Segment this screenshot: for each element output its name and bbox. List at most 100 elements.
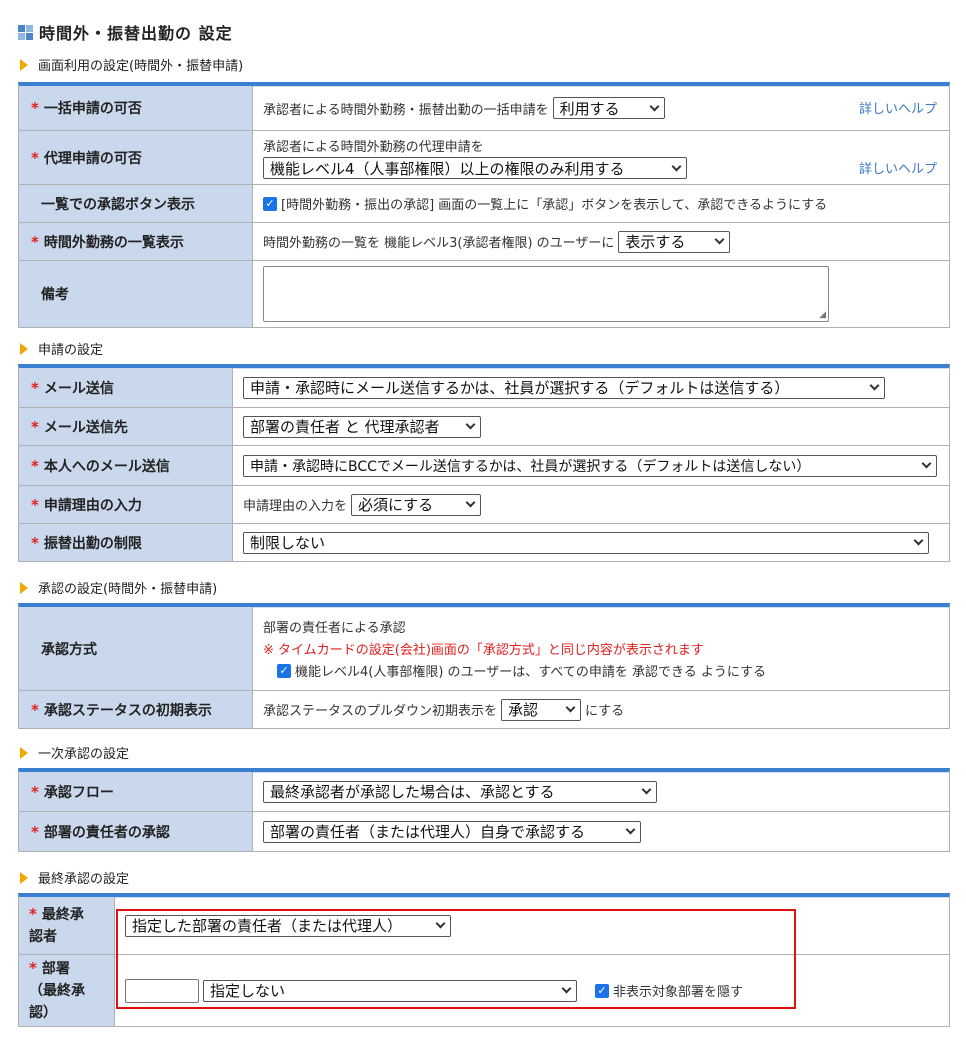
select-value: 指定しない bbox=[210, 982, 286, 1000]
approval-override-option: ✓ 機能レベル4(人事部権限) のユーザーは、すべての申請を 承認できる ように… bbox=[263, 661, 766, 680]
chevron-down-icon bbox=[869, 380, 880, 391]
application-table: * メール送信 申請・承認時にメール送信するかは、社員が選択する（デフォルトは送信… bbox=[18, 364, 950, 562]
select-value: 指定した部署の責任者（または代理人） bbox=[132, 917, 403, 935]
row-value: 指定した部署の責任者（または代理人） bbox=[115, 897, 949, 954]
row-reason: * 申請理由の入力 申請理由の入力を 必須にする bbox=[19, 486, 949, 524]
label-text: 時間外勤務の一覧表示 bbox=[43, 234, 184, 251]
label-text: 振替出勤の制限 bbox=[43, 535, 142, 552]
row-value: 申請理由の入力を 必須にする bbox=[233, 486, 949, 523]
row-label: * 承認ステータスの初期表示 bbox=[19, 691, 253, 728]
label-text: 本人へのメール送信 bbox=[43, 458, 170, 475]
required-mark: * bbox=[31, 822, 39, 841]
select-value: 申請・承認時にメール送信するかは、社員が選択する（デフォルトは送信する） bbox=[250, 379, 790, 397]
section-title: 一次承認の設定 bbox=[38, 747, 130, 762]
label-text: 部署の責任者の承認 bbox=[43, 824, 170, 841]
row-value: 承認者による時間外勤務・振替出勤の一括申請を 利用する 詳しいヘルプ bbox=[253, 86, 949, 130]
help-link[interactable]: 詳しいヘルプ bbox=[859, 158, 937, 177]
row-list-approve-button: 一覧での承認ボタン表示 ✓ [時間外勤務・振出の承認] 画面の一覧上に「承認」ボ… bbox=[19, 185, 949, 223]
label-text: 代理申請の可否 bbox=[43, 150, 142, 167]
list-approve-checkbox[interactable]: ✓ bbox=[263, 196, 277, 211]
required-mark: * bbox=[31, 99, 39, 117]
first-approval-table: * 承認フロー 最終承認者が承認した場合は、承認とする * 部署の責任者の承認 部署… bbox=[18, 768, 950, 852]
department-code-input[interactable] bbox=[125, 978, 199, 1003]
label-text: 備考 bbox=[41, 287, 69, 303]
approval-override-checkbox[interactable]: ✓ bbox=[277, 663, 291, 678]
required-mark: * bbox=[31, 232, 39, 251]
row-notes: 備考 ◢ bbox=[19, 261, 949, 328]
required-mark: * bbox=[29, 905, 37, 923]
section-title: 申請の設定 bbox=[38, 343, 104, 358]
row-value: ✓ [時間外勤務・振出の承認] 画面の一覧上に「承認」ボタンを表示して、承認でき… bbox=[253, 185, 949, 222]
reason-select[interactable]: 必須にする bbox=[351, 493, 482, 516]
overtime-list-select[interactable]: 表示する bbox=[618, 230, 731, 253]
chevron-down-icon bbox=[465, 419, 476, 430]
page-title-text: 時間外・振替出勤の 設定 bbox=[39, 24, 233, 43]
row-value: 承認ステータスのプルダウン初期表示を 承認 にする bbox=[253, 691, 949, 728]
row-label: 備考 bbox=[19, 261, 253, 327]
row-value: 申請・承認時にメール送信するかは、社員が選択する（デフォルトは送信する） bbox=[233, 368, 949, 407]
row-holiday-limit: * 振替出勤の制限 制限しない bbox=[19, 524, 949, 562]
hide-departments-checkbox[interactable]: ✓ bbox=[595, 983, 609, 998]
required-mark: * bbox=[31, 782, 39, 801]
section-header-approval: 承認の設定(時間外・振替申請) bbox=[20, 578, 217, 597]
mail-send-select[interactable]: 申請・承認時にメール送信するかは、社員が選択する（デフォルトは送信する） bbox=[243, 376, 885, 399]
row-self-mail: * 本人へのメール送信 申請・承認時にBCCでメール送信するかは、社員が選択する（… bbox=[19, 446, 949, 486]
self-mail-select[interactable]: 申請・承認時にBCCでメール送信するかは、社員が選択する（デフォルトは送信しない… bbox=[243, 454, 937, 477]
triangle-bullet-icon bbox=[20, 58, 28, 71]
resize-handle-icon[interactable]: ◢ bbox=[819, 310, 826, 320]
bulk-application-select[interactable]: 利用する bbox=[552, 97, 665, 119]
description-text: 部署の責任者による承認 bbox=[263, 621, 406, 636]
page-title: 時間外・振替出勤の 設定 bbox=[18, 20, 233, 44]
chevron-down-icon bbox=[435, 918, 446, 929]
select-value: 承認 bbox=[508, 701, 539, 719]
required-mark: * bbox=[29, 959, 37, 977]
section-title: 承認の設定(時間外・振替申請) bbox=[38, 582, 218, 597]
row-label: * 部署 （最終承 認） bbox=[19, 955, 115, 1026]
triangle-bullet-icon bbox=[20, 871, 28, 884]
status-default-select[interactable]: 承認 bbox=[501, 698, 582, 721]
required-mark: * bbox=[31, 378, 39, 397]
manager-approval-select[interactable]: 部署の責任者（または代理人）自身で承認する bbox=[263, 820, 641, 843]
select-value: 利用する bbox=[559, 99, 620, 118]
row-label: * 承認フロー bbox=[19, 772, 253, 811]
chevron-down-icon bbox=[565, 702, 576, 713]
required-mark: * bbox=[31, 700, 39, 719]
approval-flow-select[interactable]: 最終承認者が承認した場合は、承認とする bbox=[263, 780, 657, 803]
row-label: * 部署の責任者の承認 bbox=[19, 812, 253, 851]
row-value: 制限しない bbox=[233, 524, 949, 561]
row-value: 部署の責任者 と 代理承認者 bbox=[233, 408, 949, 445]
final-approver-select[interactable]: 指定した部署の責任者（または代理人） bbox=[125, 914, 451, 937]
proxy-application-select[interactable]: 機能レベル4（人事部権限）以上の権限のみ利用する bbox=[263, 157, 687, 179]
chevron-down-icon bbox=[625, 824, 636, 835]
mail-to-select[interactable]: 部署の責任者 と 代理承認者 bbox=[243, 415, 481, 438]
label-text: メール送信先 bbox=[43, 419, 128, 436]
chevron-down-icon bbox=[649, 101, 660, 111]
help-link[interactable]: 詳しいヘルプ bbox=[859, 98, 937, 117]
select-value: 必須にする bbox=[358, 496, 434, 514]
notes-textarea[interactable]: ◢ bbox=[263, 266, 829, 322]
row-label: * メール送信先 bbox=[19, 408, 233, 445]
select-value: 制限しない bbox=[250, 534, 326, 552]
row-value: 時間外勤務の一覧を 機能レベル3(承認者権限) のユーザーに 表示する bbox=[253, 223, 949, 260]
row-label: * 一括申請の可否 bbox=[19, 86, 253, 130]
select-value: 表示する bbox=[625, 233, 686, 251]
label-text: 最終承 bbox=[41, 907, 84, 923]
row-status-default: * 承認ステータスの初期表示 承認ステータスのプルダウン初期表示を 承認 にする bbox=[19, 691, 949, 729]
warning-note: ※ タイムカードの設定(会社)画面の「承認方式」と同じ内容が表示されます bbox=[263, 643, 704, 658]
section-header-first-approval: 一次承認の設定 bbox=[20, 743, 129, 762]
department-select[interactable]: 指定しない bbox=[203, 979, 577, 1002]
hide-departments-option: ✓ 非表示対象部署を隠す bbox=[595, 981, 743, 1000]
holiday-limit-select[interactable]: 制限しない bbox=[243, 531, 929, 554]
triangle-bullet-icon bbox=[20, 342, 28, 355]
row-value: 承認者による時間外勤務の代理申請を 機能レベル4（人事部権限）以上の権限のみ利用… bbox=[253, 131, 949, 184]
row-label: * 振替出勤の制限 bbox=[19, 524, 233, 561]
required-mark: * bbox=[31, 533, 39, 552]
screen-usage-table: * 一括申請の可否 承認者による時間外勤務・振替出勤の一括申請を 利用する 詳しい… bbox=[18, 82, 950, 328]
select-value: 機能レベル4（人事部権限）以上の権限のみ利用する bbox=[270, 159, 625, 178]
row-proxy-application: * 代理申請の可否 承認者による時間外勤務の代理申請を 機能レベル4（人事部権限）… bbox=[19, 131, 949, 185]
section-title: 最終承認の設定 bbox=[38, 872, 130, 887]
row-value: 申請・承認時にBCCでメール送信するかは、社員が選択する（デフォルトは送信しない… bbox=[233, 446, 949, 485]
triangle-bullet-icon bbox=[20, 581, 28, 594]
row-final-approver: * 最終承 認者 指定した部署の責任者（または代理人） bbox=[19, 897, 949, 955]
label-text: （最終承 bbox=[29, 983, 85, 999]
